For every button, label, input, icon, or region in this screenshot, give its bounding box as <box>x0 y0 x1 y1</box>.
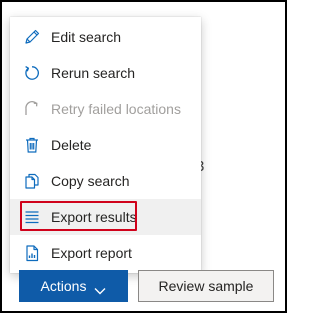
report-icon <box>23 244 41 262</box>
menu-item-label: Edit search <box>51 29 122 45</box>
focus-outline <box>20 201 137 231</box>
menu-item-label: Rerun search <box>51 65 136 81</box>
retry-icon <box>23 100 41 118</box>
chevron-down-icon <box>94 282 106 295</box>
refresh-icon <box>23 64 41 82</box>
menu-item-label: Copy search <box>51 173 130 189</box>
review-sample-label: Review sample <box>158 278 254 294</box>
menu-item-label: Export report <box>51 245 132 261</box>
pencil-icon <box>23 28 41 46</box>
menu-item-delete[interactable]: Delete <box>10 127 201 163</box>
actions-button-label: Actions <box>40 278 87 294</box>
menu-item-export-report[interactable]: Export report <box>10 235 201 271</box>
menu-item-edit-search[interactable]: Edit search <box>10 19 201 55</box>
menu-item-retry-failed-locations[interactable]: Retry failed locations <box>10 91 201 127</box>
menu-item-copy-search[interactable]: Copy search <box>10 163 201 199</box>
trash-icon <box>23 136 41 154</box>
menu-item-rerun-search[interactable]: Rerun search <box>10 55 201 91</box>
actions-menu: Edit search Rerun search Retry failed lo… <box>10 17 201 273</box>
review-sample-button[interactable]: Review sample <box>138 270 274 302</box>
copy-icon <box>23 172 41 190</box>
menu-item-label: Retry failed locations <box>51 101 181 117</box>
actions-button[interactable]: Actions <box>19 270 128 302</box>
menu-item-label: Delete <box>51 137 92 153</box>
